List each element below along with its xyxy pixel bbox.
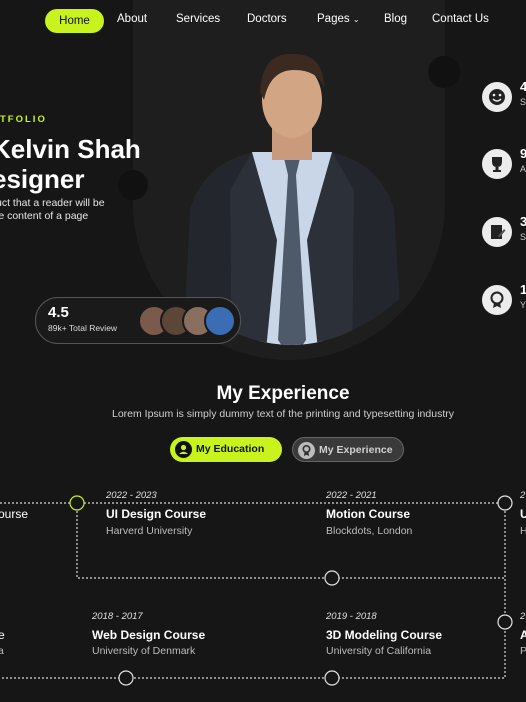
section-subtitle: Lorem Ipsum is simply dummy text of the … bbox=[112, 408, 454, 420]
stat-number: 9 bbox=[520, 146, 526, 161]
tab-label: My Education bbox=[196, 443, 265, 455]
stat-label: Y bbox=[520, 300, 526, 310]
trophy-icon bbox=[482, 149, 512, 179]
nav-doctors[interactable]: Doctors bbox=[247, 13, 287, 25]
timeline-title: e bbox=[0, 628, 5, 642]
education-icon bbox=[175, 441, 192, 458]
review-score: 4.5 bbox=[48, 304, 69, 321]
hero-description-line: t bbox=[0, 223, 126, 236]
timeline-subtitle: Blockdots, London bbox=[326, 525, 413, 537]
timeline-date: 2018 - 2017 bbox=[92, 611, 143, 622]
hero-description-line: uct that a reader will be bbox=[0, 197, 105, 209]
award-icon bbox=[482, 285, 512, 315]
timeline-title: A bbox=[520, 628, 526, 642]
timeline-date: 2 bbox=[520, 490, 526, 501]
timeline-path bbox=[0, 495, 513, 686]
timeline-title: Web Design Course bbox=[92, 628, 206, 642]
hero-description-line: le content of a page bbox=[0, 210, 89, 222]
timeline-title: Motion Course bbox=[326, 507, 410, 521]
timeline-title: 3D Modeling Course bbox=[326, 628, 443, 642]
nav-pages[interactable]: Pages ⌄ bbox=[317, 13, 360, 25]
timeline-title: U bbox=[520, 507, 526, 521]
review-card: 4.5 89k+ Total Review bbox=[35, 297, 241, 344]
timeline-title: ourse bbox=[0, 507, 29, 521]
timeline-title: UI Design Course bbox=[106, 507, 207, 521]
timeline-subtitle: P bbox=[520, 645, 526, 657]
decorative-dot bbox=[428, 56, 460, 88]
hero-description: uct that a reader will be le content of … bbox=[0, 197, 126, 236]
review-label: 89k+ Total Review bbox=[48, 323, 118, 333]
section-title: My Experience bbox=[216, 383, 350, 404]
stat-number: 1 bbox=[520, 282, 526, 297]
tab-label: My Experience bbox=[319, 444, 393, 456]
timeline-subtitle: a bbox=[0, 645, 4, 657]
stat-number: 4 bbox=[520, 79, 526, 94]
hero-role: esigner bbox=[0, 164, 85, 194]
chevron-down-icon: ⌄ bbox=[352, 15, 360, 24]
tab-my-education[interactable]: My Education bbox=[170, 437, 282, 462]
decorative-dot bbox=[118, 170, 148, 200]
timeline-date: 2022 - 2021 bbox=[326, 490, 377, 501]
avatar bbox=[204, 305, 236, 337]
hero-eyebrow: TFOLIO bbox=[0, 114, 47, 125]
stat-label: A bbox=[520, 164, 526, 174]
timeline-subtitle: Harverd University bbox=[106, 525, 193, 537]
timeline-date: 2022 - 2023 bbox=[106, 490, 157, 501]
hero-name: Kelvin Shah bbox=[0, 134, 141, 164]
nav-home[interactable]: Home bbox=[45, 9, 104, 33]
timeline-subtitle: University of Denmark bbox=[92, 645, 196, 657]
tab-my-experience[interactable]: My Experience bbox=[292, 437, 404, 462]
stat-label: S bbox=[520, 232, 526, 242]
nav-contact[interactable]: Contact Us bbox=[432, 13, 489, 25]
timeline-subtitle: University of California bbox=[326, 645, 432, 657]
nav-services[interactable]: Services bbox=[176, 13, 220, 25]
certificate-edit-icon bbox=[482, 217, 512, 247]
nav-blog[interactable]: Blog bbox=[384, 13, 407, 25]
timeline-subtitle: H bbox=[520, 525, 526, 537]
timeline-date: 2 bbox=[520, 611, 526, 622]
award-icon bbox=[298, 442, 315, 459]
nav-about[interactable]: About bbox=[117, 13, 147, 25]
smile-icon bbox=[482, 82, 512, 112]
nav-pages-label: Pages bbox=[317, 13, 350, 25]
timeline-date: 2019 - 2018 bbox=[326, 611, 377, 622]
stat-number: 3 bbox=[520, 214, 526, 229]
stat-label: S bbox=[520, 97, 526, 107]
